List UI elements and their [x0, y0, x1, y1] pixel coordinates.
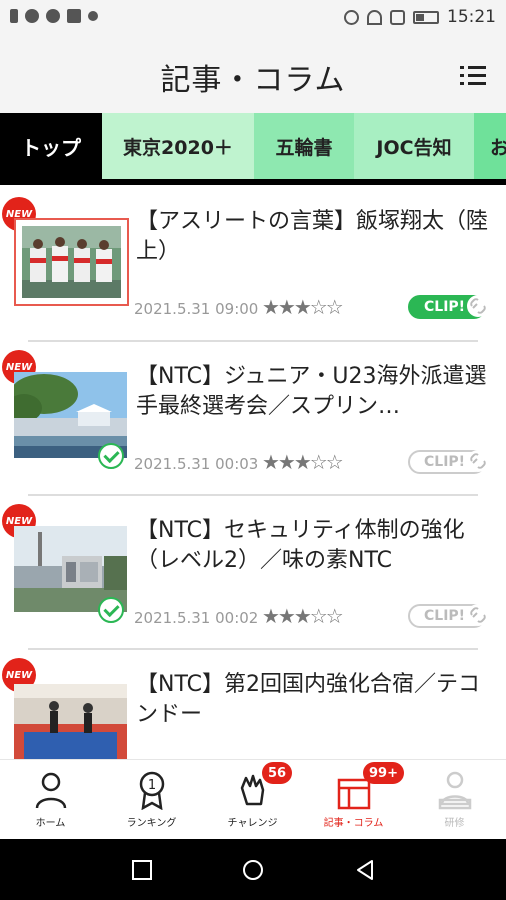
article-thumbnail — [14, 218, 129, 306]
back-icon[interactable] — [354, 859, 376, 881]
notification-icons — [10, 9, 98, 23]
bottom-navigation: ホーム 1 ランキング 56 チャレンジ 99+ 記事・コラム 研修 — [0, 759, 506, 840]
nav-training[interactable]: 研修 — [404, 760, 505, 840]
tab-gorinsho[interactable]: 五輪書 — [254, 113, 354, 179]
nav-challenge[interactable]: 56 チャレンジ — [202, 760, 303, 840]
svg-text:1: 1 — [148, 778, 156, 793]
nav-label: ホーム — [35, 818, 66, 829]
challenge-count-badge: 56 — [262, 762, 293, 784]
read-check-icon — [98, 443, 124, 469]
article-item[interactable]: NEW 【NTC】セキュリティ体制の強化（レベル2）／味の素NTC 2021.5… — [0, 494, 506, 649]
link-icon — [467, 450, 489, 472]
nfc-icon — [390, 9, 405, 25]
nav-ranking[interactable]: 1 ランキング — [101, 760, 202, 840]
article-date: 2021.5.31 00:03 — [134, 455, 259, 473]
link-icon — [467, 295, 489, 317]
bluetooth-icon — [344, 9, 359, 25]
nav-label: チャレンジ — [227, 818, 278, 829]
twitter-icon — [46, 9, 60, 23]
read-check-icon — [98, 597, 124, 623]
nav-label: 記事・コラム — [323, 818, 384, 829]
articles-count-badge: 99+ — [363, 762, 404, 784]
system-navigation-bar — [0, 839, 506, 900]
nav-articles[interactable]: 99+ 記事・コラム — [303, 760, 404, 840]
sim-icon — [10, 9, 18, 23]
image-icon — [67, 9, 81, 23]
clip-button[interactable]: CLIP! — [408, 604, 489, 628]
nav-label: ランキング — [126, 818, 177, 829]
rating-stars: ★★★☆☆ — [262, 295, 344, 319]
page-title: 記事・コラム — [160, 63, 346, 98]
person-icon — [35, 772, 67, 809]
nav-label: 研修 — [444, 818, 465, 829]
clip-label: CLIP! — [424, 299, 466, 315]
article-thumbnail — [14, 684, 127, 759]
article-item[interactable]: NEW 【NTC】ジュニア・U23海外派遣選手最終選考会／スプリン… 2021.… — [0, 340, 506, 495]
tab-joc-notice[interactable]: JOC告知 — [354, 113, 474, 179]
athletes-photo — [16, 220, 127, 304]
article-item[interactable]: NEW 【NTC】第2回国内強化合宿／テコンドー — [0, 648, 506, 759]
taekwondo-photo — [14, 684, 127, 759]
article-item[interactable]: NEW 【アスリートの言葉】飯塚翔太（陸上） 2021.5.31 09:00 ★… — [0, 185, 506, 340]
menu-icon[interactable] — [460, 64, 486, 86]
battery-icon — [413, 10, 439, 24]
article-date: 2021.5.31 00:02 — [134, 609, 259, 627]
clip-label: CLIP! — [424, 454, 466, 470]
article-title: 【NTC】セキュリティ体制の強化（レベル2）／味の素NTC — [136, 518, 465, 573]
tab-more[interactable]: お — [474, 113, 506, 179]
article-date: 2021.5.31 09:00 — [134, 300, 259, 318]
medal-icon: 1 — [139, 771, 165, 810]
article-list: NEW 【アスリートの言葉】飯塚翔太（陸上） 2021.5.31 09:00 ★… — [0, 185, 506, 759]
article-title: 【NTC】ジュニア・U23海外派遣選手最終選考会／スプリン… — [136, 364, 487, 419]
tab-tokyo2020[interactable]: 東京2020＋ — [102, 113, 254, 179]
link-icon — [467, 604, 489, 626]
training-icon — [438, 771, 472, 810]
rating-stars: ★★★☆☆ — [262, 450, 344, 474]
clip-button[interactable]: CLIP! — [408, 295, 489, 319]
clip-button[interactable]: CLIP! — [408, 450, 489, 474]
cloud-icon — [25, 9, 39, 23]
app-header: 記事・コラム — [0, 36, 506, 113]
article-title: 【NTC】第2回国内強化合宿／テコンドー — [136, 672, 480, 727]
article-title: 【アスリートの言葉】飯塚翔太（陸上） — [136, 209, 489, 264]
home-circle-icon[interactable] — [242, 859, 264, 881]
app-icon — [88, 11, 98, 21]
system-icons: 15:21 — [344, 7, 496, 27]
tab-top[interactable]: トップ — [0, 113, 102, 179]
wifi-icon — [367, 9, 382, 25]
rating-stars: ★★★☆☆ — [262, 604, 344, 628]
category-tabs: トップ 東京2020＋ 五輪書 JOC告知 お — [0, 113, 506, 185]
recent-apps-icon[interactable] — [131, 859, 153, 881]
nav-home[interactable]: ホーム — [0, 760, 101, 840]
clip-label: CLIP! — [424, 608, 466, 624]
status-bar: 15:21 — [0, 0, 506, 36]
status-time: 15:21 — [447, 7, 496, 27]
